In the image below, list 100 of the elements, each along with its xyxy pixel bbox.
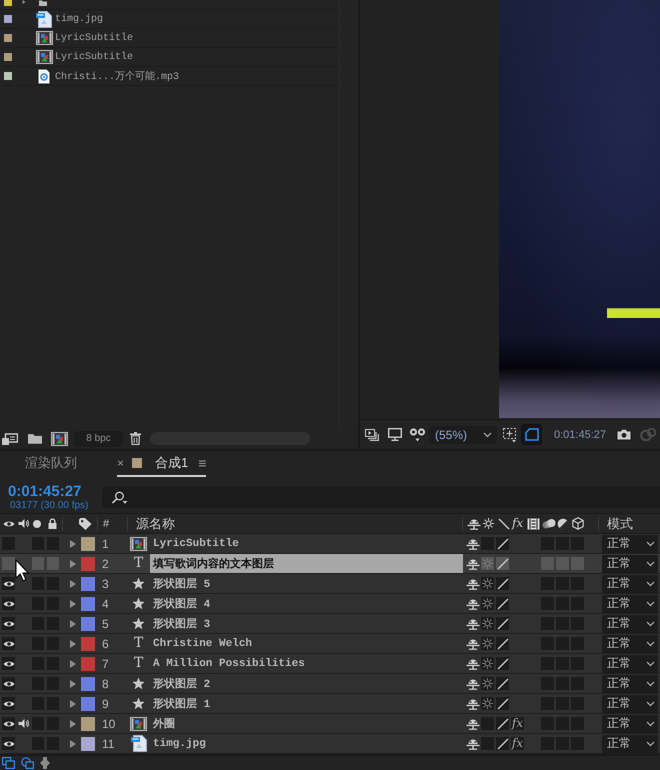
blend-mode-dropdown[interactable]: 正常	[602, 554, 658, 572]
close-button[interactable]: ×	[117, 456, 124, 470]
visibility-toggle[interactable]	[2, 597, 15, 610]
panel-menu-button[interactable]: ≡	[198, 455, 206, 471]
collapse-toggle[interactable]	[481, 697, 494, 710]
blend-mode-dropdown[interactable]: 正常	[602, 714, 658, 732]
layer-name[interactable]: 形状图层 2	[150, 674, 210, 693]
motion-blur-toggle[interactable]	[556, 557, 569, 570]
quality-toggle[interactable]	[496, 697, 509, 710]
expand-arrow-icon[interactable]	[70, 740, 76, 748]
collapse-toggle[interactable]	[481, 577, 494, 590]
label-color-swatch[interactable]	[81, 536, 95, 550]
magnification-dropdown[interactable]: (55%)	[429, 426, 497, 444]
solo-dot-icon[interactable]	[33, 520, 41, 528]
search-field[interactable]	[102, 486, 660, 508]
layer-row[interactable]: 9 形状图层 1 正常	[0, 694, 660, 714]
overlapping-squares-icon[interactable]	[2, 757, 15, 769]
folder-icon[interactable]	[28, 433, 42, 444]
layer-name[interactable]: 形状图层 4	[150, 594, 210, 613]
expand-arrow-icon[interactable]	[70, 560, 76, 568]
expand-arrow-icon[interactable]	[22, 0, 26, 4]
current-time[interactable]: 0:01:45:27	[8, 482, 82, 500]
label-color-swatch[interactable]	[81, 576, 95, 590]
project-item-name[interactable]: LyricSubtitle	[55, 52, 134, 62]
layer-name[interactable]: Christine Welch	[150, 634, 252, 653]
shy-icon[interactable]	[466, 558, 480, 570]
project-item-name[interactable]: LyricSubtitle	[55, 32, 134, 44]
speaker-icon[interactable]	[18, 718, 29, 729]
blend-mode-dropdown[interactable]: 正常	[602, 634, 658, 652]
expand-arrow-icon[interactable]	[70, 640, 76, 648]
visibility-toggle[interactable]	[2, 677, 15, 690]
collapse-toggle[interactable]	[481, 597, 494, 610]
visibility-toggle[interactable]	[2, 737, 15, 750]
linked-rings-icon[interactable]	[640, 428, 656, 441]
layer-name[interactable]: 形状图层 3	[150, 614, 210, 633]
expand-arrow-icon[interactable]	[70, 660, 76, 668]
shy-icon[interactable]	[467, 518, 481, 530]
quality-toggle[interactable]	[496, 577, 509, 590]
collapse-toggle[interactable]	[481, 717, 494, 730]
blend-mode-dropdown[interactable]: 正常	[602, 674, 658, 692]
list-frame-icon[interactable]	[2, 432, 18, 444]
visibility-toggle[interactable]	[2, 577, 15, 590]
speaker-icon[interactable]	[18, 518, 29, 529]
shy-icon[interactable]	[466, 538, 480, 550]
visibility-toggle[interactable]	[2, 657, 15, 670]
visibility-toggle[interactable]	[2, 557, 15, 570]
collapse-toggle[interactable]	[481, 737, 494, 750]
layer-row[interactable]: 6 T Christine Welch 正常	[0, 634, 660, 654]
layer-row[interactable]: 8 形状图层 2 正常	[0, 674, 660, 694]
layer-row[interactable]: 10 外圈 fx 正常	[0, 714, 660, 734]
panel-tab[interactable]: × 合成1 ≡	[117, 451, 206, 477]
collapse-toggle[interactable]	[481, 557, 494, 570]
layer-row[interactable]: 4 形状图层 4 正常	[0, 594, 660, 614]
camera-icon[interactable]	[617, 429, 631, 440]
shy-icon[interactable]	[466, 598, 480, 610]
quality-toggle[interactable]	[496, 537, 509, 550]
label-color-swatch[interactable]	[81, 716, 95, 730]
layer-row[interactable]: 5 形状图层 3 正常	[0, 614, 660, 634]
bit-depth-button[interactable]: 8 bpc	[74, 430, 123, 446]
expand-arrow-icon[interactable]	[70, 680, 76, 688]
adjustment-toggle[interactable]	[571, 557, 584, 570]
quality-toggle[interactable]	[496, 597, 509, 610]
expand-arrow-icon[interactable]	[70, 580, 76, 588]
quality-toggle[interactable]	[496, 557, 509, 570]
blend-mode-dropdown[interactable]: 正常	[602, 694, 658, 712]
quality-toggle[interactable]	[496, 717, 509, 730]
dashed-crosshair-icon[interactable]	[502, 426, 517, 442]
layer-name[interactable]: 填写歌词内容的文本图层	[150, 554, 463, 573]
visibility-toggle[interactable]	[2, 717, 15, 730]
shy-icon[interactable]	[466, 578, 480, 590]
tag-icon[interactable]	[79, 518, 92, 530]
column-header[interactable]: 模式	[607, 514, 633, 532]
frame-blend-toggle[interactable]	[541, 557, 554, 570]
label-color-swatch[interactable]	[81, 596, 95, 610]
splitter-handle-icon[interactable]	[40, 757, 50, 769]
quality-toggle[interactable]	[496, 637, 509, 650]
expand-arrow-icon[interactable]	[70, 720, 76, 728]
label-color-swatch[interactable]	[81, 736, 95, 750]
visibility-toggle[interactable]	[2, 637, 15, 650]
viewer-timecode[interactable]: 0:01:45:27	[554, 428, 606, 440]
monitor-icon[interactable]	[388, 428, 402, 441]
collapse-toggle[interactable]	[481, 677, 494, 690]
layer-name[interactable]: 外圈	[150, 714, 175, 733]
blend-mode-dropdown[interactable]: 正常	[602, 734, 658, 752]
label-color-swatch[interactable]	[81, 616, 95, 630]
blend-mode-dropdown[interactable]: 正常	[602, 594, 658, 612]
trash-icon[interactable]	[130, 432, 141, 445]
quality-toggle[interactable]	[496, 677, 509, 690]
layer-name[interactable]: LyricSubtitle	[150, 534, 239, 553]
stacked-frames-icon[interactable]	[365, 428, 379, 440]
collapse-toggle[interactable]	[481, 657, 494, 670]
region-of-interest-button[interactable]	[521, 424, 542, 445]
shy-icon[interactable]	[466, 738, 480, 750]
label-color-swatch[interactable]	[81, 676, 95, 690]
layer-name[interactable]: 形状图层 5	[150, 574, 210, 593]
lock-toggle[interactable]	[47, 557, 59, 570]
blend-mode-dropdown[interactable]: 正常	[602, 534, 658, 552]
project-item-name[interactable]: timg.jpg	[55, 14, 104, 24]
shy-icon[interactable]	[466, 678, 480, 690]
label-color-swatch[interactable]	[81, 556, 95, 570]
